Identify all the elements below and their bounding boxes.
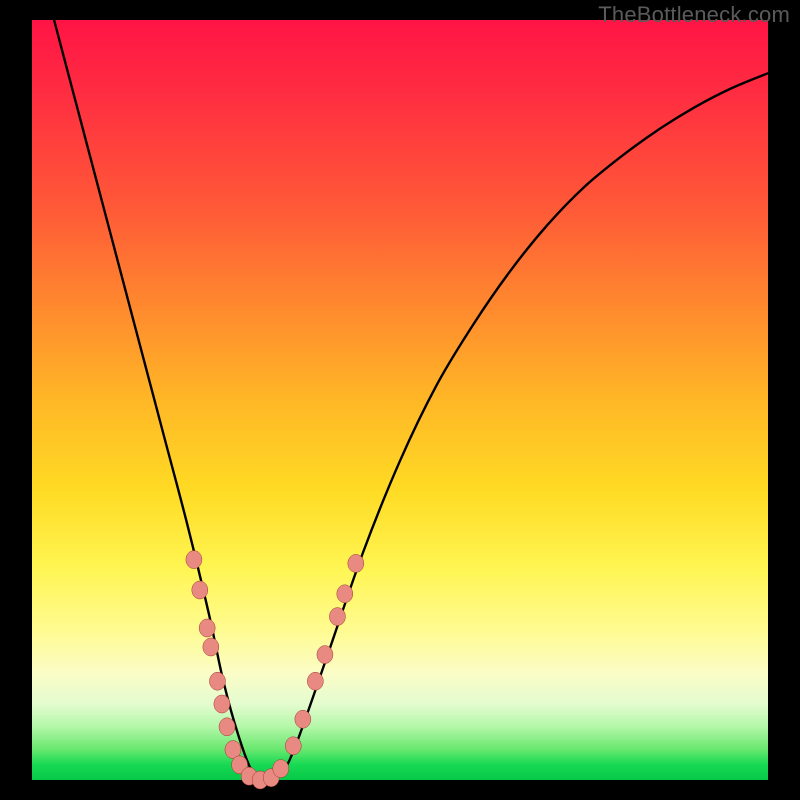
- bottleneck-chart: [32, 20, 768, 780]
- data-marker: [219, 718, 235, 736]
- data-marker: [186, 551, 202, 569]
- bottleneck-curve: [54, 20, 768, 780]
- chart-frame: TheBottleneck.com: [0, 0, 800, 800]
- data-marker: [214, 695, 230, 713]
- data-marker: [317, 646, 333, 664]
- data-marker: [337, 585, 353, 603]
- data-marker: [203, 638, 219, 656]
- watermark-text: TheBottleneck.com: [598, 2, 790, 28]
- data-marker: [348, 554, 364, 572]
- curve-layer: [54, 20, 768, 780]
- data-marker: [329, 608, 345, 626]
- data-marker: [199, 619, 215, 637]
- data-marker: [273, 760, 289, 778]
- marker-layer: [186, 551, 364, 789]
- data-marker: [192, 581, 208, 599]
- data-marker: [307, 672, 323, 690]
- data-marker: [295, 710, 311, 728]
- data-marker: [209, 672, 225, 690]
- data-marker: [285, 737, 301, 755]
